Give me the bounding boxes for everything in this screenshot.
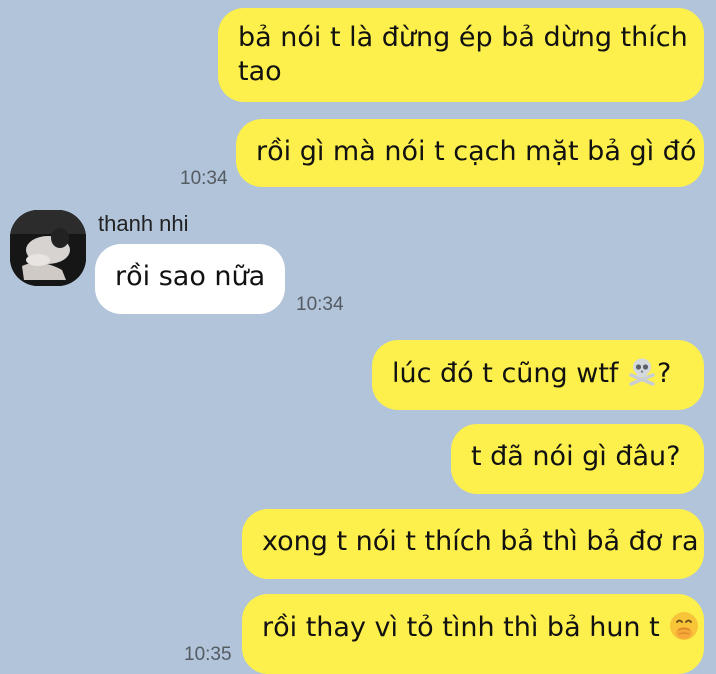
message-text: ? — [657, 358, 672, 389]
outgoing-message-bubble[interactable]: bả nói t là đừng ép bả dừng thích tao — [218, 8, 704, 102]
outgoing-message-bubble[interactable]: rồi thay vì tỏ tình thì bả hun t — [242, 594, 704, 674]
message-text: t đã nói gì đâu? — [471, 441, 681, 472]
message-text: xong t nói t thích bả thì bả đơ ra — [262, 526, 699, 557]
avatar[interactable] — [10, 210, 86, 286]
outgoing-message-bubble[interactable]: lúc đó t cũng wtf ? — [372, 340, 704, 410]
outgoing-message-bubble[interactable]: xong t nói t thích bả thì bả đơ ra — [242, 509, 704, 579]
message-text: lúc đó t cũng wtf — [392, 358, 627, 389]
sender-name: thanh nhi — [98, 211, 189, 236]
message-text: rồi thay vì tỏ tình thì bả hun t — [262, 612, 669, 643]
skull-and-crossbones-icon — [629, 358, 655, 386]
message-text-line: bả nói t là đừng ép bả dừng thích — [238, 22, 688, 53]
outgoing-message-bubble[interactable]: rồi gì mà nói t cạch mặt bả gì đó — [236, 119, 704, 187]
avatar-photo-icon — [10, 210, 86, 286]
message-text-line: tao — [238, 56, 282, 87]
message-timestamp: 10:34 — [296, 294, 344, 315]
message-text: rồi sao nữa — [115, 261, 266, 292]
message-text: rồi gì mà nói t cạch mặt bả gì đó — [256, 136, 697, 167]
message-timestamp: 10:34 — [180, 168, 228, 189]
outgoing-message-bubble[interactable]: t đã nói gì đâu? — [451, 424, 704, 494]
face-with-hand-over-mouth-icon — [670, 612, 699, 640]
message-timestamp: 10:35 — [184, 644, 232, 665]
incoming-message-bubble[interactable]: rồi sao nữa — [95, 244, 285, 314]
